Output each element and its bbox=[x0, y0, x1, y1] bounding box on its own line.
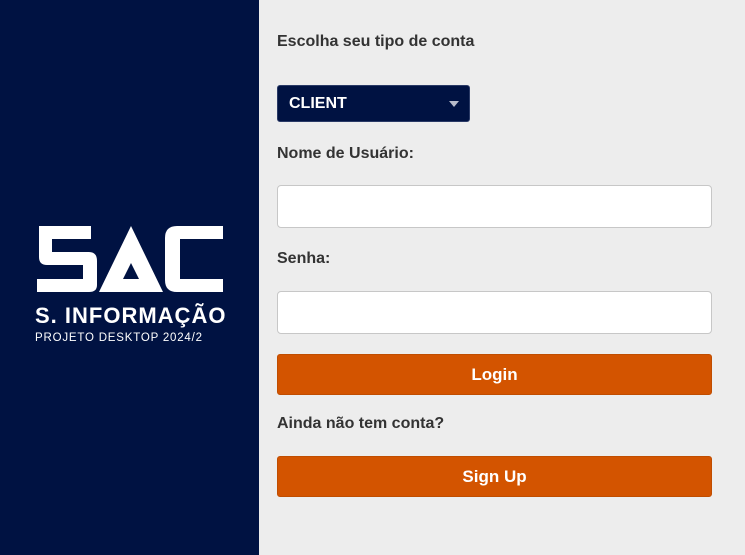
username-input[interactable] bbox=[277, 185, 712, 228]
login-button[interactable]: Login bbox=[277, 354, 712, 395]
sac-logo-mark bbox=[37, 226, 223, 292]
logo: S. INFORMAÇÃO PROJETO DESKTOP 2024/2 bbox=[35, 223, 225, 344]
no-account-text: Ainda não tem conta? bbox=[277, 415, 445, 432]
account-type-value: CLIENT bbox=[289, 95, 347, 112]
brand-line2: PROJETO DESKTOP 2024/2 bbox=[35, 332, 203, 344]
brand-line1: S. INFORMAÇÃO bbox=[35, 303, 227, 328]
form-panel: Escolha seu tipo de conta CLIENT Nome de… bbox=[259, 0, 745, 555]
account-type-label: Escolha seu tipo de conta bbox=[277, 33, 475, 50]
password-label: Senha: bbox=[277, 250, 331, 267]
chevron-down-icon bbox=[449, 101, 459, 107]
username-label: Nome de Usuário: bbox=[277, 145, 414, 162]
account-type-select[interactable]: CLIENT bbox=[277, 85, 470, 122]
login-window: S. INFORMAÇÃO PROJETO DESKTOP 2024/2 Esc… bbox=[0, 0, 745, 555]
signup-button[interactable]: Sign Up bbox=[277, 456, 712, 497]
brand-panel: S. INFORMAÇÃO PROJETO DESKTOP 2024/2 bbox=[0, 0, 259, 555]
password-input[interactable] bbox=[277, 291, 712, 334]
